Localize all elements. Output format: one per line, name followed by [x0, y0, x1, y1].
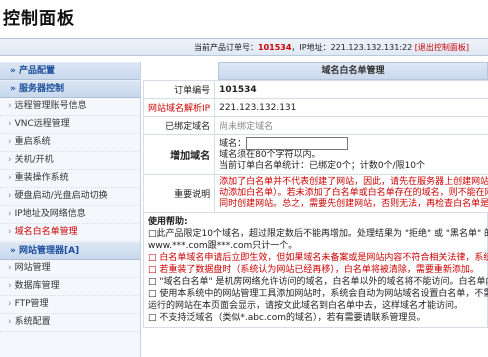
bound-domain-row: 已绑定域名 尚未绑定域名	[143, 116, 488, 135]
bound-domain-value: 尚未绑定域名	[214, 116, 488, 135]
chevron-right-icon: »	[10, 246, 19, 256]
whitelist-stats: 当前订单白名单统计：已绑定0个；计数0个/限10个	[219, 161, 426, 171]
resolve-ip-value: 221.123.132.131	[214, 98, 488, 117]
help-line: □此产品限定10个域名，超过限定数后不能再增加。处理结果为 "拒绝" 或 "黑名…	[148, 229, 488, 239]
order-number: 101534	[258, 43, 292, 52]
arrow-icon: ›	[8, 281, 12, 291]
important-row: 重要说明 添加了白名单并不代表创建了网站，因此，请先在服务器上创建网站后，再 动…	[143, 174, 488, 213]
sidebar: » 产品配置 » 服务器控制 › 远程管理账号信息 › VNC远程管理 › 重启系统 …	[0, 62, 141, 357]
sidebar-item-ftp[interactable]: › FTP管理	[0, 296, 140, 314]
bound-domain-label: 已绑定域名	[143, 116, 216, 135]
arrow-icon: ›	[8, 119, 12, 129]
ip-row: 网站域名解析IP 221.123.132.131	[143, 98, 488, 117]
domain-field-label: 域名：	[219, 139, 247, 149]
exit-control-panel-link[interactable]: [退出控制面板]	[415, 43, 469, 52]
chevron-right-icon: »	[10, 66, 19, 76]
order-number-value: 101534	[214, 80, 488, 99]
sidebar-group-product-config[interactable]: » 产品配置	[0, 62, 140, 80]
resolve-ip-label: 网站域名解析IP	[143, 98, 216, 117]
arrow-icon: ›	[8, 137, 12, 147]
help-section: 使用帮助: □此产品限定10个域名，超过限定数后不能再增加。处理结果为 "拒绝"…	[143, 213, 488, 328]
sidebar-item-site-management[interactable]: › 网站管理	[0, 260, 140, 278]
arrow-icon: ›	[8, 317, 12, 327]
help-line: □ 若重装了数据盘时（系统认为网站已经再移），白名单将被清除，需要重新添加。	[148, 265, 479, 275]
chevron-right-icon: »	[10, 84, 19, 94]
arrow-icon: ›	[8, 173, 12, 183]
order-info: 当前产品订单号：101534，IP地址：221.123.132.131:22 […	[194, 42, 469, 53]
arrow-icon: ›	[8, 191, 12, 201]
important-label: 重要说明	[143, 174, 216, 213]
important-line: 添加了白名单并不代表创建了网站，因此，请先在服务器上创建网站后，再	[219, 177, 488, 187]
sidebar-item-boot-switch[interactable]: › 硬盘启动/光盘启动切换	[0, 188, 140, 206]
help-line: □ 不支持泛域名（类似*.abc.com的域名），若有需要请联系管理员。	[148, 313, 426, 323]
arrow-icon: ›	[8, 227, 12, 237]
sidebar-item-database[interactable]: › 数据库管理	[0, 278, 140, 296]
important-line: 动添加白名单）。若未添加了白名单或白名单存在的域名，则不能在网站中	[219, 188, 488, 198]
sidebar-group-server-control[interactable]: » 服务器控制	[0, 80, 140, 98]
add-domain-row: 增加域名 域名： 域名须在80个字符以内。 当前订单白名单统计：已绑定0个；计数…	[143, 134, 488, 175]
sidebar-item-system-config[interactable]: › 系统配置	[0, 314, 140, 332]
sidebar-group-site-manager[interactable]: » 网站管理器[A]	[0, 242, 140, 260]
whitelist-form: 订单编号 101534 网站域名解析IP 221.123.132.131 已绑定…	[143, 80, 488, 213]
arrow-icon: ›	[8, 263, 12, 273]
sidebar-item-vnc[interactable]: › VNC远程管理	[0, 116, 140, 134]
section-title: 域名白名单管理	[218, 62, 488, 80]
help-line: □ 白名单域名申请后立即生效，但如果域名未备案或是网站内容不符合相关法律，系统将…	[148, 253, 488, 263]
order-row: 订单编号 101534	[143, 80, 488, 99]
top-info-bar: 当前产品订单号：101534，IP地址：221.123.132.131:22 […	[0, 38, 488, 56]
domain-note: 域名须在80个字符以内。	[219, 150, 321, 160]
help-line: 运行的网站在本页面会显示，请按文此域名到白名单中去，这样域名才能访问。	[148, 301, 464, 311]
order-number-label: 订单编号	[143, 80, 216, 99]
add-domain-label: 增加域名	[143, 134, 216, 175]
help-line: www.***.com跟***.com只计一个。	[148, 241, 298, 251]
sidebar-item-reinstall[interactable]: › 重装操作系统	[0, 170, 140, 188]
important-line: 同时创建网站。总之，需要先创建网站，否则无法，再检查白名单是否已	[219, 199, 488, 209]
arrow-icon: ›	[8, 101, 12, 111]
help-title: 使用帮助:	[148, 217, 188, 227]
main-content: 域名白名单管理 订单编号 101534 网站域名解析IP 221.123.132…	[143, 62, 488, 357]
help-line: □ "域名白名单" 是机房网络允许访问的域名，白名单以外的域名将不能访问。白名单…	[148, 277, 488, 287]
sidebar-item-domain-whitelist[interactable]: › 域名白名单管理	[0, 224, 140, 242]
order-label: 当前产品订单号：	[194, 43, 258, 52]
sidebar-item-power[interactable]: › 关机/开机	[0, 152, 140, 170]
page-title: 控制面板	[3, 9, 75, 29]
arrow-icon: ›	[8, 209, 12, 219]
arrow-icon: ›	[8, 299, 12, 309]
ip-address: 221.123.132.131:22	[330, 43, 413, 52]
arrow-icon: ›	[8, 155, 12, 165]
ip-label: ，IP地址：	[291, 43, 331, 52]
sidebar-item-reboot[interactable]: › 重启系统	[0, 134, 140, 152]
sidebar-item-remote-account[interactable]: › 远程管理账号信息	[0, 98, 140, 116]
help-line: □ 使用本系统中的网站管理工具添加网站时，系统会自动为网站域名设置白名单，不需要…	[148, 289, 488, 299]
sidebar-item-ip-network[interactable]: › IP地址及网络信息	[0, 206, 140, 224]
domain-input[interactable]	[246, 137, 349, 150]
